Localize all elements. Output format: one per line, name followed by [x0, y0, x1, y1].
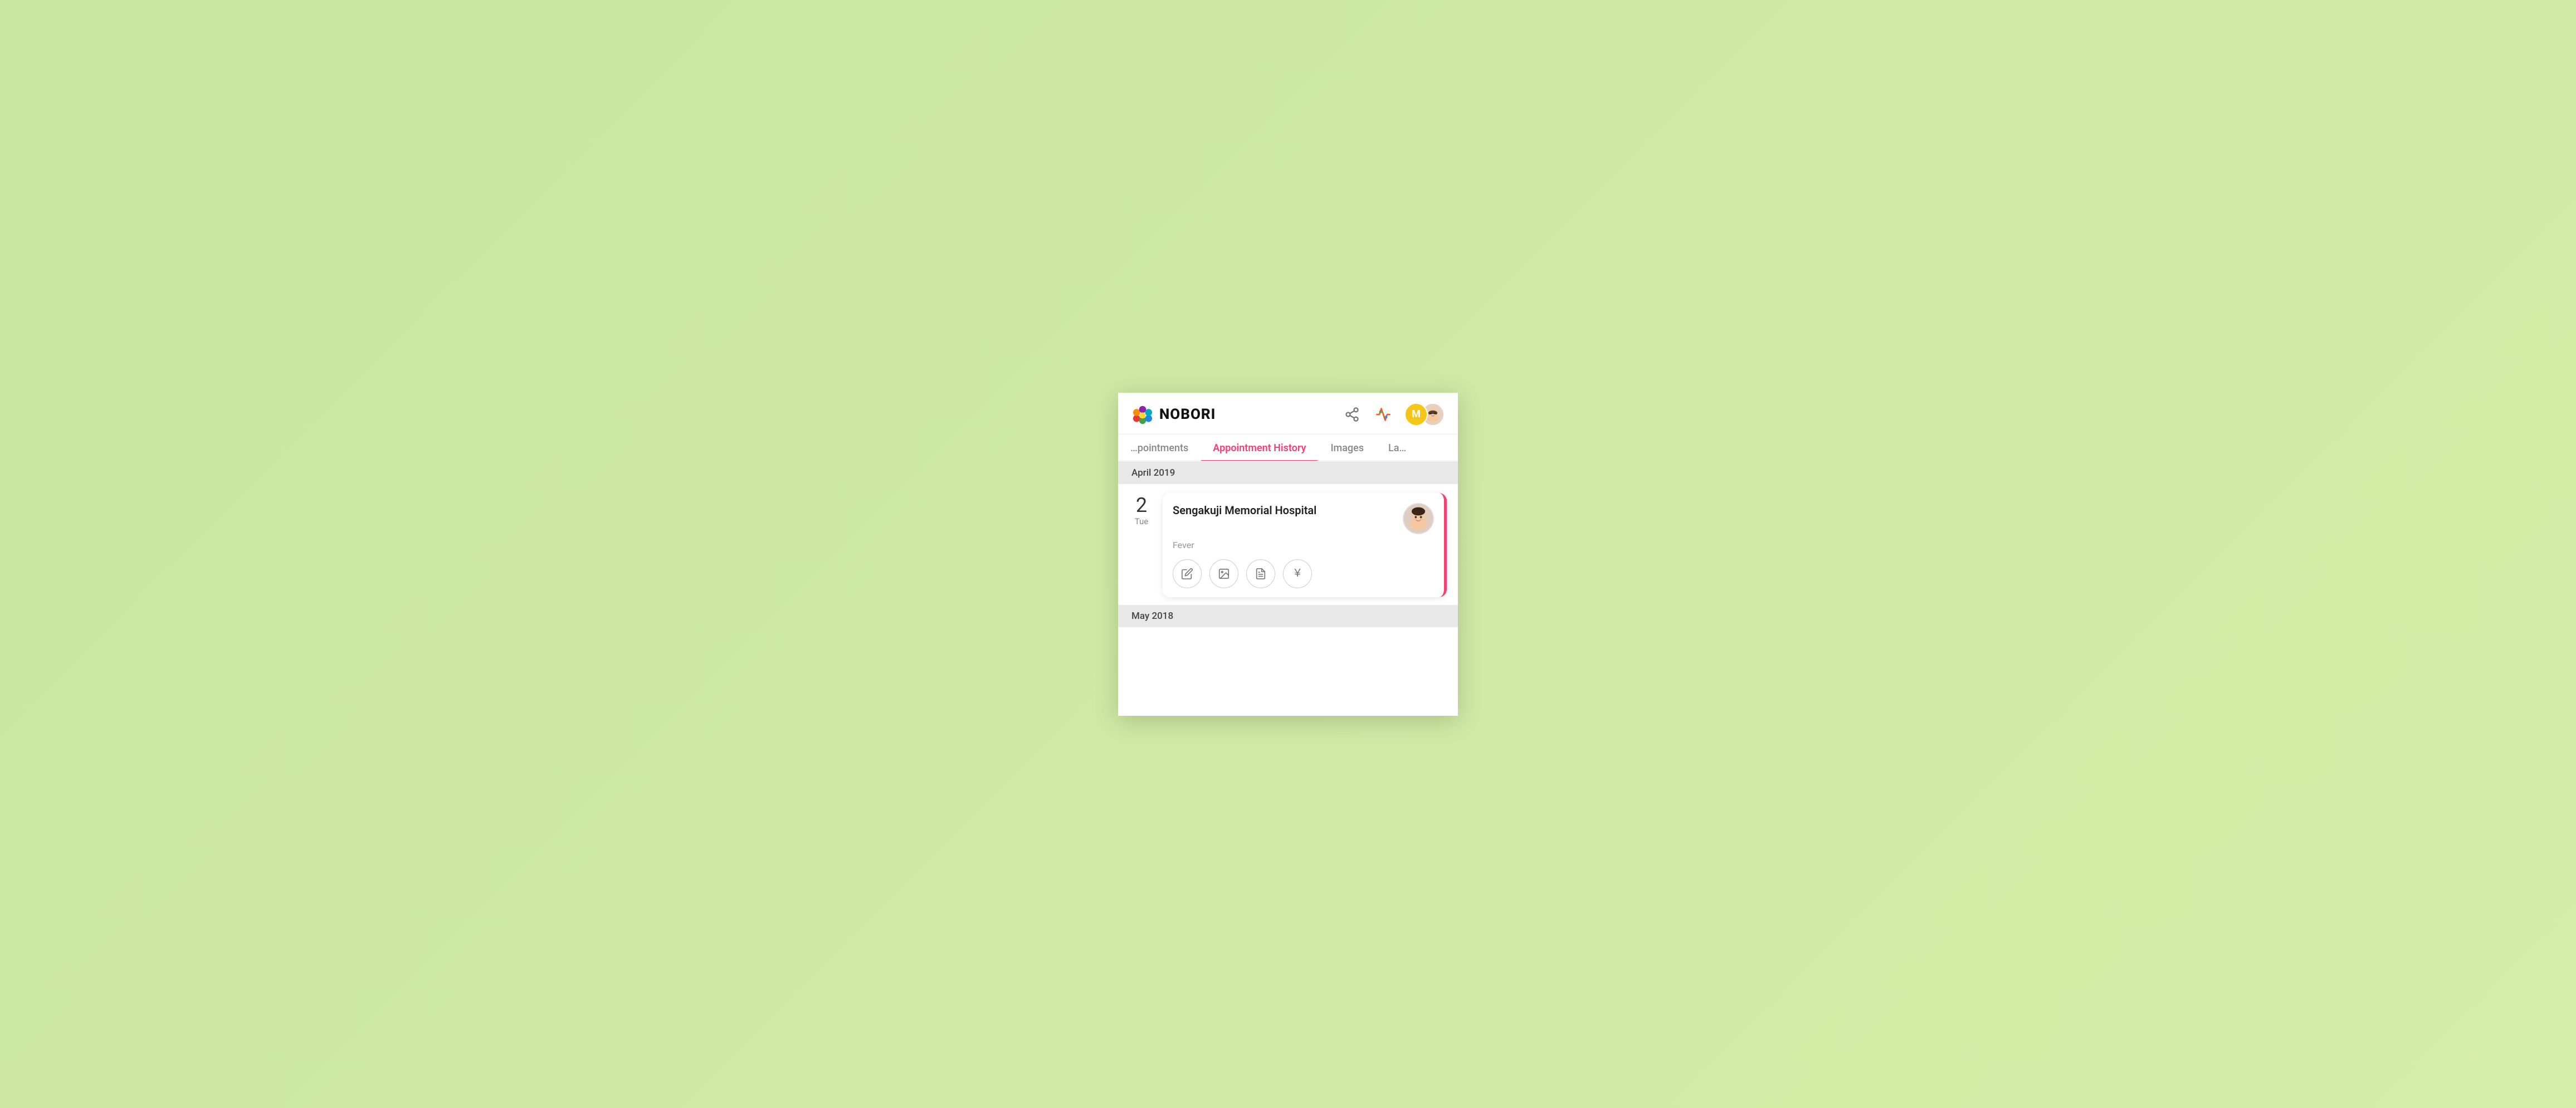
card-top: Sengakuji Memorial Hospital	[1173, 503, 1434, 534]
yen-button[interactable]: ¥	[1283, 559, 1312, 588]
hospital-name: Sengakuji Memorial Hospital	[1173, 503, 1396, 518]
user-avatars[interactable]: M	[1404, 403, 1445, 426]
share-icon	[1344, 407, 1360, 422]
app-container: NOBORI M	[1118, 393, 1458, 716]
document-button[interactable]	[1246, 559, 1275, 588]
card-actions: ¥	[1173, 559, 1434, 588]
appointment-row: 2 Tue Sengakuji Memorial Hospital	[1118, 484, 1458, 605]
share-button[interactable]	[1342, 404, 1362, 424]
date-column: 2 Tue	[1129, 493, 1154, 526]
document-icon	[1255, 568, 1267, 580]
tab-images[interactable]: Images	[1318, 435, 1376, 461]
activity-button[interactable]	[1372, 403, 1394, 426]
images-button[interactable]	[1209, 559, 1238, 588]
section-header-april-2019: April 2019	[1118, 462, 1458, 484]
doctor-face-icon	[1404, 503, 1433, 534]
tab-appointments[interactable]: …pointments	[1118, 435, 1201, 461]
nobori-logo-icon	[1131, 404, 1154, 424]
header: NOBORI M	[1118, 393, 1458, 435]
logo-area: NOBORI	[1131, 404, 1216, 424]
edit-button[interactable]	[1173, 559, 1202, 588]
images-icon	[1218, 568, 1230, 580]
yen-icon: ¥	[1294, 567, 1300, 580]
avatar-m: M	[1404, 403, 1428, 426]
edit-icon	[1181, 568, 1193, 580]
activity-icon	[1375, 407, 1391, 422]
header-actions: M	[1342, 403, 1445, 426]
doctor-avatar	[1403, 503, 1434, 534]
tab-appointment-history[interactable]: Appointment History	[1201, 435, 1318, 461]
appointment-card: Sengakuji Memorial Hospital F	[1163, 493, 1447, 597]
section-header-may-2018: May 2018	[1118, 605, 1458, 627]
app-name: NOBORI	[1159, 406, 1216, 423]
tab-bar: …pointments Appointment History Images L…	[1118, 435, 1458, 462]
date-weekday: Tue	[1135, 516, 1148, 526]
tab-lab[interactable]: La…	[1376, 435, 1418, 461]
condition-text: Fever	[1173, 540, 1434, 550]
date-day: 2	[1136, 495, 1147, 515]
